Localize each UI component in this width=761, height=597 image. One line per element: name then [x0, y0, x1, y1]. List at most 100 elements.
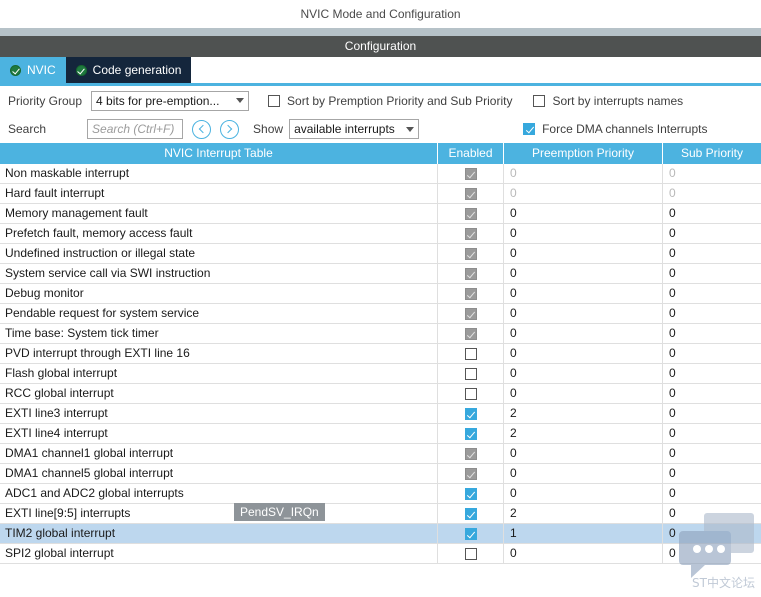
enabled-checkbox[interactable] — [464, 247, 477, 260]
column-header-preemption-priority[interactable]: Preemption Priority — [504, 143, 663, 164]
cell-preemption-priority[interactable]: 0 — [504, 544, 663, 563]
table-row[interactable]: Time base: System tick timer 0 0 — [0, 324, 761, 344]
cell-preemption-priority[interactable]: 2 — [504, 404, 663, 423]
cell-preemption-priority[interactable]: 0 — [504, 464, 663, 483]
cell-sub-priority[interactable]: 0 — [663, 204, 761, 223]
cell-preemption-priority[interactable]: 0 — [504, 284, 663, 303]
force-dma-checkbox[interactable]: Force DMA channels Interrupts — [523, 122, 707, 136]
chevron-left-circle-icon[interactable] — [192, 119, 212, 139]
cell-sub-priority[interactable]: 0 — [663, 184, 761, 203]
cell-enabled[interactable] — [438, 404, 504, 423]
enabled-checkbox[interactable] — [464, 507, 477, 520]
cell-sub-priority[interactable]: 0 — [663, 384, 761, 403]
cell-preemption-priority[interactable]: 0 — [504, 244, 663, 263]
priority-group-select[interactable]: 4 bits for pre-emption... — [91, 90, 250, 111]
table-row[interactable]: SPI2 global interrupt 0 0 — [0, 544, 761, 564]
table-row[interactable]: Hard fault interrupt 0 0 — [0, 184, 761, 204]
search-input[interactable]: Search (Ctrl+F) — [87, 119, 184, 139]
column-header-sub-priority[interactable]: Sub Priority — [663, 143, 761, 164]
table-row[interactable]: Flash global interrupt 0 0 — [0, 364, 761, 384]
cell-enabled[interactable] — [438, 224, 504, 243]
cell-preemption-priority[interactable]: 0 — [504, 204, 663, 223]
enabled-checkbox[interactable] — [464, 427, 477, 440]
enabled-checkbox[interactable] — [464, 367, 477, 380]
enabled-checkbox[interactable] — [464, 287, 477, 300]
enabled-checkbox[interactable] — [464, 167, 477, 180]
enabled-checkbox[interactable] — [464, 187, 477, 200]
table-row[interactable]: EXTI line4 interrupt 2 0 — [0, 424, 761, 444]
table-row[interactable]: System service call via SWI instruction 0… — [0, 264, 761, 284]
table-row[interactable]: ADC1 and ADC2 global interrupts 0 0 — [0, 484, 761, 504]
cell-sub-priority[interactable]: 0 — [663, 444, 761, 463]
cell-sub-priority[interactable]: 0 — [663, 524, 761, 543]
cell-preemption-priority[interactable]: 0 — [504, 324, 663, 343]
cell-preemption-priority[interactable]: 0 — [504, 264, 663, 283]
enabled-checkbox[interactable] — [464, 467, 477, 480]
cell-enabled[interactable] — [438, 464, 504, 483]
enabled-checkbox[interactable] — [464, 347, 477, 360]
table-row[interactable]: RCC global interrupt 0 0 — [0, 384, 761, 404]
cell-sub-priority[interactable]: 0 — [663, 544, 761, 563]
cell-preemption-priority[interactable]: 2 — [504, 504, 663, 523]
cell-sub-priority[interactable]: 0 — [663, 484, 761, 503]
table-row[interactable]: DMA1 channel5 global interrupt 0 0 — [0, 464, 761, 484]
cell-sub-priority[interactable]: 0 — [663, 424, 761, 443]
cell-enabled[interactable] — [438, 264, 504, 283]
cell-preemption-priority[interactable]: 0 — [504, 344, 663, 363]
enabled-checkbox[interactable] — [464, 447, 477, 460]
cell-preemption-priority[interactable]: 0 — [504, 184, 663, 203]
cell-sub-priority[interactable]: 0 — [663, 244, 761, 263]
table-row[interactable]: Prefetch fault, memory access fault 0 0 — [0, 224, 761, 244]
cell-sub-priority[interactable]: 0 — [663, 504, 761, 523]
table-row[interactable]: EXTI line[9:5] interrupts 2 0 — [0, 504, 761, 524]
cell-sub-priority[interactable]: 0 — [663, 224, 761, 243]
enabled-checkbox[interactable] — [464, 327, 477, 340]
cell-enabled[interactable] — [438, 304, 504, 323]
cell-preemption-priority[interactable]: 0 — [504, 384, 663, 403]
chevron-right-circle-icon[interactable] — [220, 119, 240, 139]
cell-sub-priority[interactable]: 0 — [663, 344, 761, 363]
table-row[interactable]: DMA1 channel1 global interrupt 0 0 — [0, 444, 761, 464]
enabled-checkbox[interactable] — [464, 267, 477, 280]
cell-sub-priority[interactable]: 0 — [663, 304, 761, 323]
cell-preemption-priority[interactable]: 0 — [504, 364, 663, 383]
cell-enabled[interactable] — [438, 544, 504, 563]
cell-preemption-priority[interactable]: 0 — [504, 224, 663, 243]
cell-enabled[interactable] — [438, 324, 504, 343]
enabled-checkbox[interactable] — [464, 227, 477, 240]
cell-enabled[interactable] — [438, 284, 504, 303]
sort-interrupt-names-checkbox[interactable]: Sort by interrupts names — [533, 94, 683, 108]
table-row[interactable]: Non maskable interrupt 0 0 — [0, 164, 761, 184]
table-row[interactable]: Undefined instruction or illegal state 0 0 — [0, 244, 761, 264]
cell-enabled[interactable] — [438, 484, 504, 503]
table-row[interactable]: TIM2 global interrupt 1 0 — [0, 524, 761, 544]
cell-enabled[interactable] — [438, 204, 504, 223]
cell-sub-priority[interactable]: 0 — [663, 164, 761, 183]
cell-sub-priority[interactable]: 0 — [663, 324, 761, 343]
cell-enabled[interactable] — [438, 424, 504, 443]
cell-preemption-priority[interactable]: 0 — [504, 484, 663, 503]
table-row[interactable]: Memory management fault 0 0 — [0, 204, 761, 224]
cell-enabled[interactable] — [438, 184, 504, 203]
table-row[interactable]: Debug monitor 0 0 — [0, 284, 761, 304]
tab-nvic[interactable]: NVIC — [0, 57, 66, 83]
cell-enabled[interactable] — [438, 364, 504, 383]
cell-sub-priority[interactable]: 0 — [663, 284, 761, 303]
cell-sub-priority[interactable]: 0 — [663, 404, 761, 423]
table-row[interactable]: EXTI line3 interrupt 2 0 — [0, 404, 761, 424]
cell-enabled[interactable] — [438, 244, 504, 263]
cell-preemption-priority[interactable]: 0 — [504, 164, 663, 183]
cell-sub-priority[interactable]: 0 — [663, 264, 761, 283]
cell-enabled[interactable] — [438, 524, 504, 543]
cell-enabled[interactable] — [438, 384, 504, 403]
cell-enabled[interactable] — [438, 444, 504, 463]
cell-preemption-priority[interactable]: 2 — [504, 424, 663, 443]
cell-preemption-priority[interactable]: 0 — [504, 444, 663, 463]
cell-preemption-priority[interactable]: 0 — [504, 304, 663, 323]
enabled-checkbox[interactable] — [464, 407, 477, 420]
cell-enabled[interactable] — [438, 504, 504, 523]
tab-code-generation[interactable]: Code generation — [65, 57, 192, 83]
cell-sub-priority[interactable]: 0 — [663, 464, 761, 483]
cell-sub-priority[interactable]: 0 — [663, 364, 761, 383]
enabled-checkbox[interactable] — [464, 307, 477, 320]
